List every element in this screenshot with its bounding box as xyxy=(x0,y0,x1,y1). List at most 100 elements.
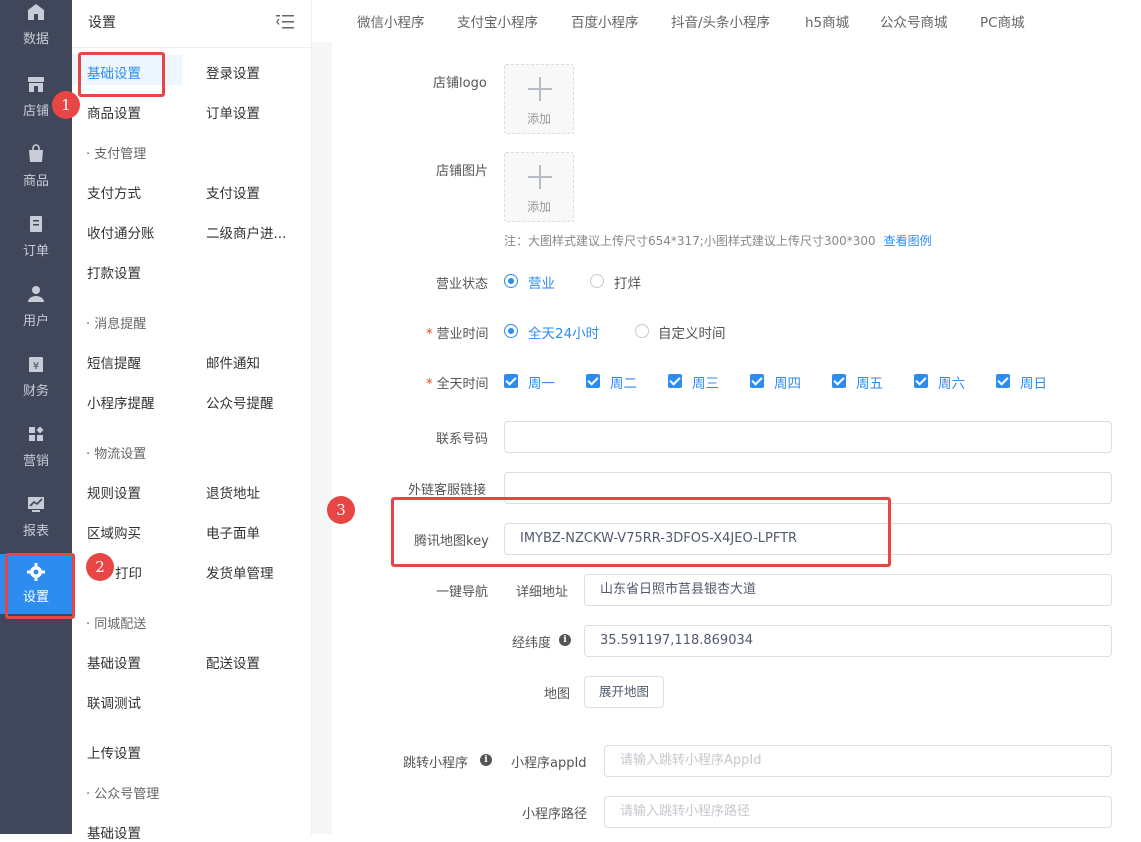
tab-wechat-mini[interactable]: 微信小程序 xyxy=(357,11,425,31)
day-checkbox-sun[interactable] xyxy=(996,374,1010,388)
hours-custom-radio[interactable] xyxy=(635,324,649,338)
menu-e-waybill[interactable]: 电子面单 xyxy=(206,522,260,542)
report-icon xyxy=(28,497,44,512)
menu-city-basic[interactable]: 基础设置 xyxy=(87,652,141,672)
bag-icon xyxy=(29,144,43,162)
day-label-fri[interactable]: 周五 xyxy=(856,372,883,392)
day-checkbox-sat[interactable] xyxy=(914,374,928,388)
logo-label: 店铺logo xyxy=(433,76,487,91)
day-checkbox-tue[interactable] xyxy=(586,374,600,388)
day-checkbox-thu[interactable] xyxy=(750,374,764,388)
upload-note: 注：大图样式建议上传尺寸654*317;小图样式建议上传尺寸300*300 查看图… xyxy=(504,232,932,249)
menu-split-account[interactable]: 收付通分账 xyxy=(87,222,155,242)
rail-item-order[interactable]: 订单 xyxy=(0,212,72,272)
days-label: * 全天时间 xyxy=(426,373,489,392)
rail-item-label: 用户 xyxy=(22,314,49,329)
tab-pc-mall[interactable]: PC商城 xyxy=(980,11,1025,31)
rail-item-goods[interactable]: 商品 xyxy=(0,142,72,202)
rail-item-user[interactable]: 用户 xyxy=(0,282,72,342)
latlng-input[interactable]: 35.591197,118.869034 xyxy=(584,625,1112,657)
menu-sms[interactable]: 短信提醒 xyxy=(87,352,141,372)
status-open-radio[interactable] xyxy=(504,274,518,288)
info-icon[interactable]: i xyxy=(480,754,492,766)
day-label-thu[interactable]: 周四 xyxy=(774,372,801,392)
phone-input[interactable] xyxy=(504,421,1112,453)
menu-debug-test[interactable]: 联调测试 xyxy=(87,692,141,712)
menu-print[interactable]: 打印 xyxy=(115,562,142,582)
day-checkbox-wed[interactable] xyxy=(668,374,682,388)
menu-mail[interactable]: 邮件通知 xyxy=(206,352,260,372)
platform-tabs: 微信小程序 支付宝小程序 百度小程序 抖音/头条小程序 h5商城 公众号商城 P… xyxy=(312,0,1141,42)
marketing-icon xyxy=(29,426,44,441)
home-icon xyxy=(28,4,44,20)
tab-douyin-mini[interactable]: 抖音/头条小程序 xyxy=(671,11,770,31)
day-label-sat[interactable]: 周六 xyxy=(938,372,965,392)
menu-payout-settings[interactable]: 打款设置 xyxy=(87,262,141,282)
hours-all-label[interactable]: 全天24小时 xyxy=(528,322,599,342)
expand-map-button[interactable]: 展开地图 xyxy=(584,676,664,708)
menu-delivery-settings[interactable]: 配送设置 xyxy=(206,652,260,672)
rail-item-label: 营销 xyxy=(22,454,49,469)
status-closed-label[interactable]: 打烊 xyxy=(614,272,641,292)
hours-label-text: 营业时间 xyxy=(436,327,489,342)
menu-pay-method[interactable]: 支付方式 xyxy=(87,182,141,202)
info-icon[interactable]: i xyxy=(559,634,571,646)
tab-baidu-mini[interactable]: 百度小程序 xyxy=(571,11,639,31)
rail-item-report[interactable]: 报表 xyxy=(0,492,72,552)
rail-item-marketing[interactable]: 营销 xyxy=(0,422,72,482)
tab-alipay-mini[interactable]: 支付宝小程序 xyxy=(457,11,538,31)
address-input[interactable]: 山东省日照市莒县银杏大道 xyxy=(584,574,1112,606)
plus-icon xyxy=(528,77,552,101)
status-label: 营业状态 xyxy=(436,277,489,292)
menu-rules[interactable]: 规则设置 xyxy=(87,482,141,502)
menu-region-purchase[interactable]: 区域购买 xyxy=(87,522,141,542)
svg-text:¥: ¥ xyxy=(33,361,39,372)
path-label: 小程序路径 xyxy=(522,807,588,822)
upload-text: 添加 xyxy=(526,200,551,214)
menu-login-settings[interactable]: 登录设置 xyxy=(206,62,260,82)
menu-mp-notice[interactable]: 公众号提醒 xyxy=(206,392,274,412)
annotation-badge-1: 1 xyxy=(52,91,80,119)
collapse-menu-icon[interactable] xyxy=(276,14,294,30)
status-open-label[interactable]: 营业 xyxy=(528,272,555,292)
view-example-link[interactable]: 查看图例 xyxy=(884,234,932,248)
menu-mini-notice[interactable]: 小程序提醒 xyxy=(87,392,155,412)
rail-item-data[interactable]: 数据 xyxy=(0,0,72,60)
rail-item-label: 报表 xyxy=(22,524,49,539)
section-payment: · 支付管理 xyxy=(86,147,147,162)
menu-goods-settings[interactable]: 商品设置 xyxy=(87,102,141,122)
rail-item-label: 财务 xyxy=(22,384,49,399)
menu-sub-merchant[interactable]: 二级商户进... xyxy=(206,222,286,242)
submenu-header: 设置 xyxy=(72,0,312,48)
rail-item-label: 数据 xyxy=(22,32,49,47)
menu-upload-settings[interactable]: 上传设置 xyxy=(87,742,141,762)
path-input[interactable]: 请输入跳转小程序路径 xyxy=(604,796,1112,828)
rail-item-finance[interactable]: ¥ 财务 xyxy=(0,352,72,412)
appid-input[interactable]: 请输入跳转小程序AppId xyxy=(604,745,1112,777)
tab-mp-mall[interactable]: 公众号商城 xyxy=(880,11,948,31)
annotation-box-2 xyxy=(5,553,75,619)
menu-ship-manage[interactable]: 发货单管理 xyxy=(206,562,274,582)
user-icon xyxy=(28,286,44,302)
rail-item-label: 订单 xyxy=(22,244,49,259)
tab-h5[interactable]: h5商城 xyxy=(805,11,849,31)
menu-return-address[interactable]: 退货地址 xyxy=(206,482,260,502)
day-checkbox-mon[interactable] xyxy=(504,374,518,388)
day-checkbox-fri[interactable] xyxy=(832,374,846,388)
required-mark: * xyxy=(426,327,433,342)
day-label-tue[interactable]: 周二 xyxy=(610,372,637,392)
logo-upload[interactable]: 添加 xyxy=(504,64,574,134)
day-label-mon[interactable]: 周一 xyxy=(528,372,555,392)
hours-all-radio[interactable] xyxy=(504,324,518,338)
day-label-wed[interactable]: 周三 xyxy=(692,372,719,392)
menu-pay-settings[interactable]: 支付设置 xyxy=(206,182,260,202)
order-icon xyxy=(30,216,42,232)
latlng-label: 经纬度 xyxy=(512,636,552,651)
menu-mp-basic[interactable]: 基础设置 xyxy=(87,822,141,842)
annotation-box-3 xyxy=(391,497,891,567)
hours-custom-label[interactable]: 自定义时间 xyxy=(658,322,726,342)
status-closed-radio[interactable] xyxy=(590,274,604,288)
menu-order-settings[interactable]: 订单设置 xyxy=(206,102,260,122)
image-upload[interactable]: 添加 xyxy=(504,152,574,222)
day-label-sun[interactable]: 周日 xyxy=(1020,372,1047,392)
